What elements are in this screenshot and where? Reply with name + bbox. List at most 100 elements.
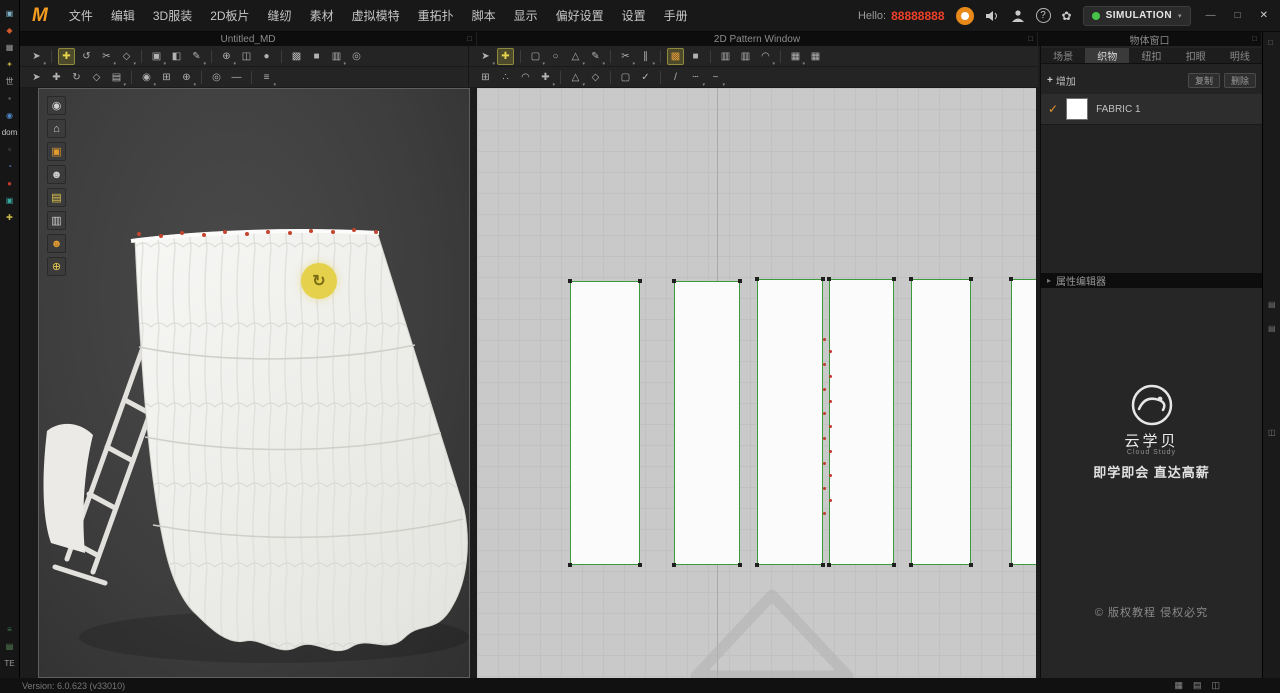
add-fabric-button[interactable]: + 增加	[1047, 73, 1076, 88]
pin-tool-icon[interactable]: ◇▾	[118, 48, 135, 65]
menu-item-6[interactable]: 素材	[301, 7, 343, 24]
select-tool-icon[interactable]: ➤▾	[28, 48, 45, 65]
pleat-sewing-tool-icon[interactable]: ▥	[737, 48, 754, 65]
scene-icon[interactable]: ▥	[47, 211, 66, 230]
fabric-list-item[interactable]: ✓ FABRIC 1	[1041, 94, 1262, 125]
polygon-pattern-tool-icon[interactable]: △▾	[567, 48, 584, 65]
focus-tool-icon[interactable]: ◎	[208, 69, 225, 86]
add-point-tool-icon[interactable]: ✚▾	[537, 69, 554, 86]
dock-label-dom[interactable]: dom	[2, 126, 18, 140]
segment-sewing-tool-icon[interactable]: ✂▾	[617, 48, 634, 65]
menu-item-8[interactable]: 重拓扑	[409, 7, 463, 24]
viewport-3d[interactable]: ◉⌂▣☻▤▥☻⊕ ↻	[38, 88, 470, 678]
elastic-tool-icon[interactable]: ~▾	[707, 69, 724, 86]
property-editor-header[interactable]: ▸ 属性编辑器	[1041, 273, 1262, 288]
right-dock-icon-1[interactable]: □	[1268, 38, 1273, 47]
viewport-3d-titlebar[interactable]: Untitled_MD □	[20, 32, 477, 46]
tab-scene[interactable]: 场景	[1041, 48, 1085, 63]
tab-fabric[interactable]: 织物	[1085, 48, 1129, 63]
menu-item-11[interactable]: 偏好设置	[547, 7, 613, 24]
dock-app-1[interactable]: ▣	[2, 7, 18, 21]
float-window-icon[interactable]: □	[1028, 33, 1033, 44]
dock-app-4[interactable]: ✦	[2, 58, 18, 72]
circle-pattern-tool-icon[interactable]: ○	[547, 48, 564, 65]
fold-arrangement-tool-icon[interactable]: ◫	[238, 48, 255, 65]
right-dock-icon-4[interactable]: ◫	[1268, 428, 1276, 437]
folder-icon[interactable]: ▤	[47, 188, 66, 207]
tab-button[interactable]: 纽扣	[1129, 48, 1173, 63]
dock-app-3[interactable]: ▦	[2, 41, 18, 55]
delete-fabric-button[interactable]: 删除	[1224, 73, 1256, 88]
globe-icon[interactable]: ⊕	[47, 257, 66, 276]
move-pattern-tool-icon[interactable]: ✚	[58, 48, 75, 65]
dock-app-11[interactable]: ▣	[2, 194, 18, 208]
dock-app-9[interactable]: ◔	[2, 160, 18, 174]
notch-tool-icon[interactable]: ◠▾	[757, 48, 774, 65]
tab-topstitch[interactable]: 明线	[1218, 48, 1262, 63]
paw-icon[interactable]: ✿	[1062, 9, 1072, 23]
simulation-toggle[interactable]: SIMULATION ▾	[1083, 6, 1191, 26]
dock-app-13[interactable]: ≡	[2, 623, 18, 637]
menu-item-9[interactable]: 脚本	[463, 7, 505, 24]
pleat-fold-tool-icon[interactable]: ▥	[717, 48, 734, 65]
tack-tool-icon[interactable]: ⊕▾	[218, 48, 235, 65]
status-icon-3[interactable]: ◫	[1211, 680, 1220, 691]
wind-controller-tool-icon[interactable]: ▤▾	[108, 69, 125, 86]
dock-app-2[interactable]: ◆	[2, 24, 18, 38]
tab-buttonhole[interactable]: 扣眼	[1174, 48, 1218, 63]
internal-line-tool-icon[interactable]: /	[667, 69, 684, 86]
show-points-tool-icon[interactable]: ∴	[497, 69, 514, 86]
menu-item-12[interactable]: 设置	[613, 7, 655, 24]
dock-app-8[interactable]: ▫	[2, 143, 18, 157]
menu-item-5[interactable]: 缝纫	[259, 7, 301, 24]
dock-app-10[interactable]: ●	[2, 177, 18, 191]
tutorial-highlight-circle[interactable]: ↻	[301, 263, 337, 299]
copy-fabric-button[interactable]: 复制	[1188, 73, 1220, 88]
check-pattern-tool-icon[interactable]: ✓	[637, 69, 654, 86]
maximize-button[interactable]: □	[1231, 10, 1245, 21]
texture-tool-icon[interactable]: ▩	[288, 48, 305, 65]
close-button[interactable]: ✕	[1256, 10, 1272, 21]
menu-item-3[interactable]: 3D服装	[144, 7, 201, 24]
dock-app-5[interactable]: 世	[2, 75, 18, 89]
stripe-tool-icon[interactable]: ▥▾	[328, 48, 345, 65]
gizmo-select-tool-icon[interactable]: ➤	[28, 69, 45, 86]
uv-editor-tool-icon[interactable]: ◎	[348, 48, 365, 65]
rectangle-pattern-tool-icon[interactable]: ▢▾	[527, 48, 544, 65]
dart-tool-icon[interactable]: △▾	[567, 69, 584, 86]
status-icon-1[interactable]: ▦	[1174, 680, 1183, 691]
snap-tool-icon[interactable]: ⊞	[477, 69, 494, 86]
dark-texture-tool-icon[interactable]: ■	[308, 48, 325, 65]
transform-2d-tool-icon[interactable]: ✚	[497, 48, 514, 65]
rotate-tool-icon[interactable]: ↺	[78, 48, 95, 65]
menu-item-4[interactable]: 2D板片	[201, 7, 258, 24]
float-window-icon[interactable]: □	[467, 33, 472, 44]
menu-item-7[interactable]: 虚拟模特	[343, 7, 409, 24]
garment-icon[interactable]: ⌂	[47, 119, 66, 138]
grading-tool-icon[interactable]: ▦▾	[787, 48, 804, 65]
sewing-edit-tool-icon[interactable]: ✂▾	[98, 48, 115, 65]
select-2d-tool-icon[interactable]: ➤▾	[477, 48, 494, 65]
dock-app-6[interactable]: ▪	[2, 92, 18, 106]
grid-3d-tool-icon[interactable]: ⊞	[158, 69, 175, 86]
pin-3d-tool-icon[interactable]: ◉▾	[138, 69, 155, 86]
avatar-display-icon[interactable]: ▣	[47, 142, 66, 161]
menu-item-2[interactable]: 编辑	[102, 7, 144, 24]
model-icon[interactable]: ☻	[47, 234, 66, 253]
free-sewing-tool-icon[interactable]: ∥▾	[637, 48, 654, 65]
speaker-icon[interactable]	[985, 10, 1000, 22]
menu-item-13[interactable]: 手册	[655, 7, 697, 24]
gizmo-scale-tool-icon[interactable]: ◇	[88, 69, 105, 86]
camera-icon[interactable]: ◉	[47, 96, 66, 115]
dock-label-te[interactable]: TE	[2, 657, 18, 671]
polygon-tool-icon[interactable]: ▣▾	[148, 48, 165, 65]
render-list-tool-icon[interactable]: ≡▾	[258, 69, 275, 86]
fabric-swatch[interactable]	[1066, 98, 1088, 120]
flatten-tool-icon[interactable]: ◧	[168, 48, 185, 65]
float-window-icon[interactable]: □	[1252, 33, 1257, 44]
steam-tool-icon[interactable]: ●	[258, 48, 275, 65]
menu-item-1[interactable]: 文件	[60, 7, 102, 24]
pattern-grid-tool-icon[interactable]: ▦	[807, 48, 824, 65]
seam-allowance-tool-icon[interactable]: ◇	[587, 69, 604, 86]
measure-tool-icon[interactable]: —	[228, 69, 245, 86]
